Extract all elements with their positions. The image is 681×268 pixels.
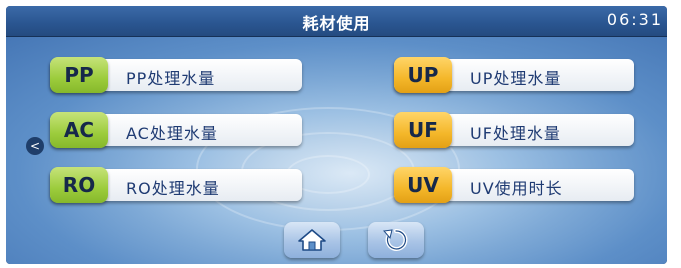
- up-label: UP处理水量: [470, 69, 562, 88]
- chevron-left-icon[interactable]: <: [26, 137, 44, 155]
- ro-label: RO处理水量: [126, 179, 220, 198]
- ro-tag: RO: [50, 167, 108, 203]
- pp-water-button[interactable]: PP PP处理水量: [50, 57, 302, 93]
- uv-tag: UV: [394, 167, 452, 203]
- up-tag: UP: [394, 57, 452, 93]
- ac-label: AC处理水量: [126, 124, 218, 143]
- clock: 06:31: [606, 10, 663, 29]
- pp-label: PP处理水量: [126, 69, 216, 88]
- device-screen: 耗材使用 06:31 PP PP处理水量 AC AC处理水量 RO RO处理水量…: [6, 6, 667, 264]
- ac-tag: AC: [50, 112, 108, 148]
- ro-water-button[interactable]: RO RO处理水量: [50, 167, 302, 203]
- page-title: 耗材使用: [302, 14, 371, 33]
- refresh-button[interactable]: [368, 222, 424, 258]
- up-water-button[interactable]: UP UP处理水量: [394, 57, 634, 93]
- title-bar: 耗材使用 06:31: [6, 6, 667, 37]
- pp-tag: PP: [50, 57, 108, 93]
- home-icon: [298, 229, 326, 251]
- uv-time-button[interactable]: UV UV使用时长: [394, 167, 634, 203]
- uf-water-button[interactable]: UF UF处理水量: [394, 112, 634, 148]
- uf-tag: UF: [394, 112, 452, 148]
- home-button[interactable]: [284, 222, 340, 258]
- refresh-icon: [383, 229, 408, 251]
- uv-label: UV使用时长: [470, 179, 563, 198]
- ac-water-button[interactable]: AC AC处理水量: [50, 112, 302, 148]
- uf-label: UF处理水量: [470, 124, 561, 143]
